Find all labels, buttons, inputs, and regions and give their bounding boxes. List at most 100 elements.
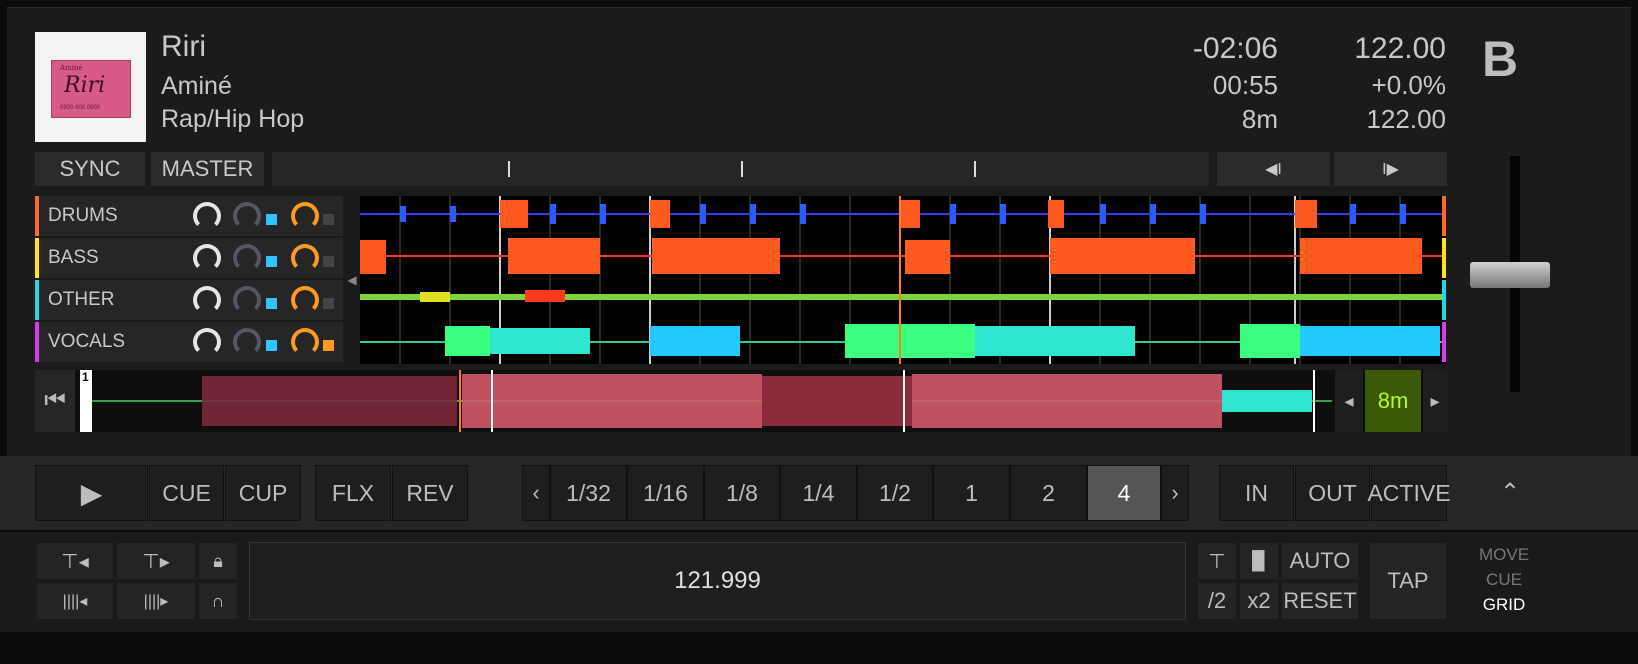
fx-knob[interactable] [291, 286, 319, 314]
time-elapsed: 00:55 [1212, 70, 1278, 100]
stems-collapse-handle[interactable]: ◀ [345, 196, 359, 364]
track-title: Riri [161, 30, 206, 63]
cup-button[interactable]: CUP [225, 465, 301, 521]
cue-button[interactable]: CUE [149, 465, 224, 521]
cue-mode-label[interactable]: CUE [1466, 570, 1542, 590]
fx-toggle[interactable] [323, 298, 334, 309]
cue-number: 1 [82, 370, 89, 384]
fader-handle[interactable] [1470, 262, 1550, 288]
stem-color-bar [35, 196, 39, 236]
flux-button[interactable]: FLX [315, 465, 391, 521]
loop-size-1-8[interactable]: 1/8 [704, 465, 780, 521]
headphones-button[interactable]: ∩ [199, 583, 237, 619]
filter-knob[interactable] [233, 244, 261, 272]
key-display[interactable]: 8m [1365, 370, 1421, 432]
fx-knob[interactable] [291, 202, 319, 230]
fx-toggle[interactable] [323, 256, 334, 267]
loop-size-1-16[interactable]: 1/16 [627, 465, 704, 521]
filter-toggle[interactable] [266, 214, 277, 225]
time-remaining: -02:06 [1192, 32, 1278, 65]
headphones-icon: ∩ [211, 590, 225, 611]
filter-knob[interactable] [233, 202, 261, 230]
reverse-button[interactable]: REV [392, 465, 468, 521]
filter-toggle[interactable] [266, 340, 277, 351]
filter-knob[interactable] [233, 328, 261, 356]
key-next-button[interactable]: ▸ [1423, 370, 1447, 432]
lock-button[interactable]: 🔒︎ [199, 543, 237, 579]
volume-knob[interactable] [193, 286, 221, 314]
filter-toggle[interactable] [266, 298, 277, 309]
loop-out-button[interactable]: OUT [1295, 465, 1370, 521]
loop-size-next-button[interactable]: › [1161, 465, 1189, 521]
reset-grid-button[interactable]: RESET [1282, 583, 1358, 619]
grid-marker-prev-button[interactable]: ⊤◂ [37, 543, 113, 579]
marker-prev-icon: ⊤◂ [61, 550, 89, 573]
set-grid-marker-button[interactable]: ⊤ [1198, 543, 1236, 579]
stem-bass[interactable]: BASS [35, 238, 343, 278]
tempo-bpm: 122.00 [1354, 32, 1446, 65]
overview-waveform [92, 370, 1332, 432]
phase-meter [272, 152, 1209, 186]
loop-active-button[interactable]: ACTIVE [1367, 465, 1451, 521]
grid-shift-left-button[interactable]: ||||◂ [37, 583, 113, 619]
stem-drums[interactable]: DRUMS [35, 196, 343, 236]
grid-shift-left-icon: ||||◂ [62, 593, 88, 610]
sync-button[interactable]: SYNC [35, 152, 145, 186]
filter-knob[interactable] [233, 286, 261, 314]
move-mode-label[interactable]: MOVE [1466, 545, 1542, 565]
loop-size-1-2[interactable]: 1/2 [857, 465, 933, 521]
phase-tick [974, 161, 976, 177]
stem-label: DRUMS [48, 205, 118, 226]
lock-icon: 🔒︎ [213, 550, 223, 571]
loop-size-1-4[interactable]: 1/4 [780, 465, 857, 521]
fx-knob[interactable] [291, 244, 319, 272]
delete-marker-button[interactable]: ▉ [1240, 543, 1278, 579]
stem-label: BASS [48, 247, 99, 268]
stem-label: OTHER [48, 289, 115, 310]
filter-toggle[interactable] [266, 256, 277, 267]
stem-vocals[interactable]: VOCALS [35, 322, 343, 362]
grid-mode-label[interactable]: GRID [1466, 595, 1542, 615]
key-prev-button[interactable]: ◂ [1335, 370, 1363, 432]
cover-artwork: Aminé Riri 0800 000 0000 [51, 60, 131, 118]
tempo-fader[interactable] [1470, 152, 1562, 392]
loop-size-1[interactable]: 1 [933, 465, 1010, 521]
fx-toggle[interactable] [323, 214, 334, 225]
grid-marker-next-button[interactable]: ⊤▸ [117, 543, 195, 579]
volume-knob[interactable] [193, 328, 221, 356]
collapse-button[interactable]: ⌃ [1495, 478, 1525, 508]
loop-size-1-32[interactable]: 1/32 [550, 465, 627, 521]
tap-button[interactable]: TAP [1370, 543, 1446, 619]
half-bpm-button[interactable]: /2 [1198, 583, 1236, 619]
stem-color-bar [35, 322, 39, 362]
stem-other[interactable]: OTHER [35, 280, 343, 320]
track-genre: Rap/Hip Hop [161, 105, 305, 133]
marker-next-icon: ⊤▸ [142, 550, 170, 573]
master-button[interactable]: MASTER [151, 152, 264, 186]
fx-toggle[interactable] [323, 340, 334, 351]
bpm-value-display[interactable]: 121.999 [249, 542, 1186, 620]
vocals-waveform [360, 322, 1446, 362]
fx-knob[interactable] [291, 328, 319, 356]
volume-knob[interactable] [193, 202, 221, 230]
double-bpm-button[interactable]: x2 [1240, 583, 1278, 619]
auto-grid-button[interactable]: AUTO [1282, 543, 1358, 579]
grid-shift-right-button[interactable]: ||||▸ [117, 583, 195, 619]
cue-marker[interactable]: 1 [80, 370, 92, 432]
beatjump-back-button[interactable]: ◀I [1217, 152, 1330, 186]
volume-knob[interactable] [193, 244, 221, 272]
original-bpm: 122.00 [1366, 104, 1446, 134]
loop-in-button[interactable]: IN [1219, 465, 1294, 521]
trash-icon: ▉ [1252, 550, 1266, 571]
stem-waveform-display[interactable] [360, 196, 1446, 364]
loop-size-4[interactable]: 4 [1087, 465, 1161, 521]
grid-marker-icon: ⊤ [1208, 550, 1226, 573]
track-overview[interactable]: ⏮ 1 ◂ 8m ▸ [35, 370, 1447, 432]
play-button[interactable]: ▶ [35, 465, 148, 521]
grid-shift-right-icon: ||||▸ [143, 593, 169, 610]
beatjump-forward-button[interactable]: I▶ [1334, 152, 1447, 186]
phase-tick [508, 161, 510, 177]
jump-to-start-button[interactable]: ⏮ [35, 370, 75, 432]
loop-size-2[interactable]: 2 [1010, 465, 1087, 521]
loop-size-prev-button[interactable]: ‹ [522, 465, 550, 521]
